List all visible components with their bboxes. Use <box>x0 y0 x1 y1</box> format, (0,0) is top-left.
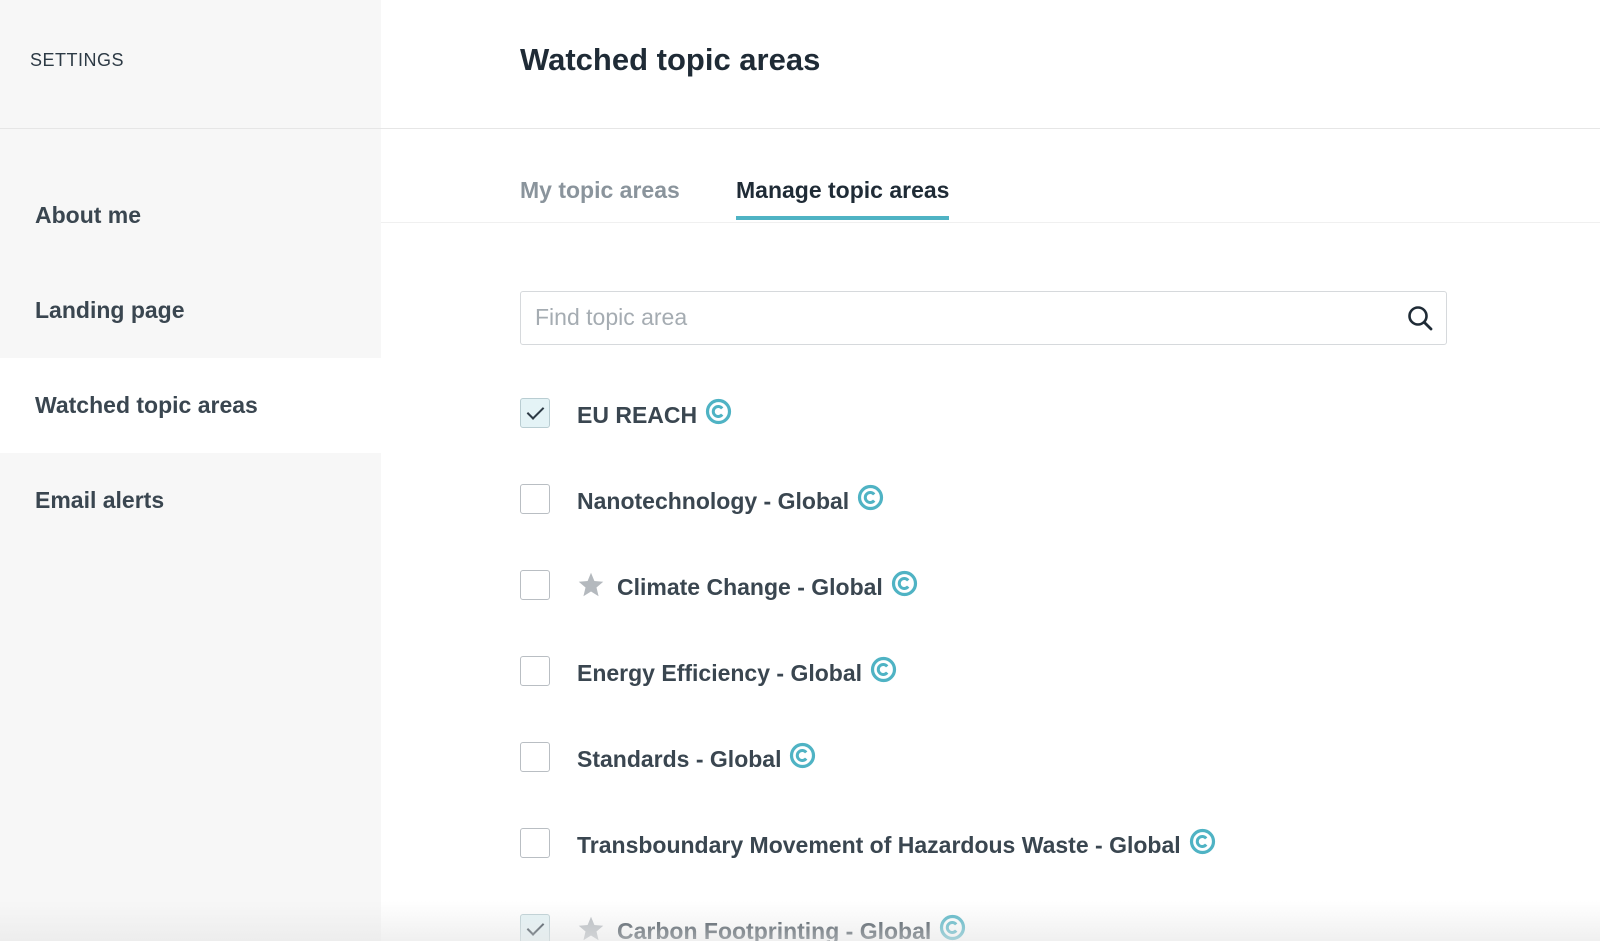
c-circle-icon <box>891 570 917 597</box>
topic-list: EU REACH Nanotechnology - Global Climate… <box>520 383 1520 941</box>
topic-row: Energy Efficiency - Global <box>520 641 1520 727</box>
topic-checkbox[interactable] <box>520 570 550 600</box>
search-icon[interactable] <box>1406 304 1434 332</box>
topic-row: Carbon Footprinting - Global <box>520 899 1520 941</box>
sidebar-item-about-me[interactable]: About me <box>0 168 381 263</box>
tab-my-topic-areas[interactable]: My topic areas <box>520 177 680 216</box>
topic-checkbox[interactable] <box>520 484 550 514</box>
c-circle-icon <box>858 484 884 511</box>
c-circle-icon <box>940 914 966 941</box>
topic-row: Climate Change - Global <box>520 555 1520 641</box>
topic-checkbox[interactable] <box>520 914 550 941</box>
topic-checkbox[interactable] <box>520 742 550 772</box>
settings-app: SETTINGS About me Landing page Watched t… <box>0 0 1600 941</box>
tab-bar: My topic areas Manage topic areas <box>381 129 1600 223</box>
search-box <box>520 291 1447 345</box>
topic-label: Carbon Footprinting - Global <box>617 918 932 941</box>
main-header: Watched topic areas <box>381 0 1600 129</box>
topic-label: Nanotechnology - Global <box>577 488 850 514</box>
settings-sidebar: SETTINGS About me Landing page Watched t… <box>0 0 381 941</box>
star-icon <box>578 572 604 597</box>
topic-row: Nanotechnology - Global <box>520 469 1520 555</box>
tab-manage-topic-areas[interactable]: Manage topic areas <box>736 177 950 220</box>
topic-label: Climate Change - Global <box>617 574 883 600</box>
topic-label: Transboundary Movement of Hazardous Wast… <box>577 832 1181 858</box>
topic-checkbox[interactable] <box>520 828 550 858</box>
topic-row: EU REACH <box>520 383 1520 469</box>
search-input[interactable] <box>535 292 1385 343</box>
c-circle-icon <box>870 656 897 683</box>
main-content: Watched topic areas My topic areas Manag… <box>381 0 1600 941</box>
sidebar-item-landing-page[interactable]: Landing page <box>0 263 381 358</box>
topic-label: EU REACH <box>577 402 698 428</box>
sidebar-nav: About me Landing page Watched topic area… <box>0 168 381 548</box>
c-circle-icon <box>1189 828 1215 855</box>
topic-label: Energy Efficiency - Global <box>577 660 863 686</box>
topic-label: Standards - Global <box>577 746 782 772</box>
c-circle-icon <box>790 742 816 769</box>
topic-row: Transboundary Movement of Hazardous Wast… <box>520 813 1520 899</box>
c-circle-icon <box>706 398 732 425</box>
sidebar-item-watched-topic-areas[interactable]: Watched topic areas <box>0 358 381 453</box>
sidebar-item-email-alerts[interactable]: Email alerts <box>0 453 381 548</box>
sidebar-header: SETTINGS <box>0 0 381 129</box>
topic-checkbox[interactable] <box>520 398 550 428</box>
page-title: Watched topic areas <box>520 42 821 77</box>
star-icon <box>578 916 604 941</box>
topic-checkbox[interactable] <box>520 656 550 686</box>
topic-row: Standards - Global <box>520 727 1520 813</box>
